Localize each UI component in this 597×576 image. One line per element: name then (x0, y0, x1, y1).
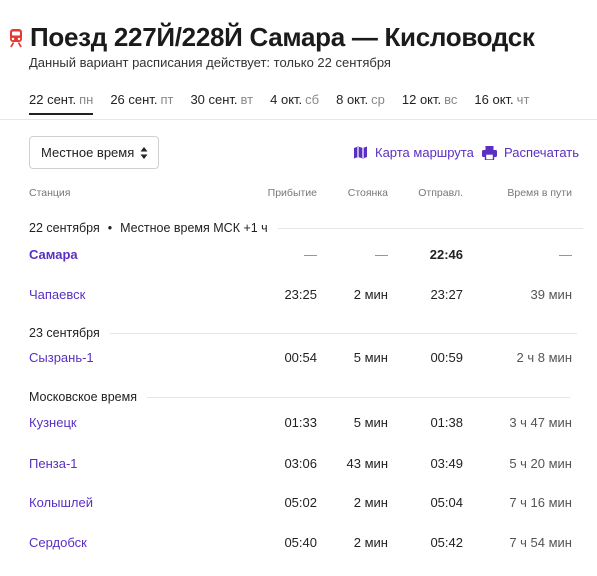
page-header: Поезд 227Й/228Й Самара — Кисловодск (8, 22, 535, 53)
sort-arrows-icon (140, 147, 148, 159)
date-tab-4[interactable]: 8 окт. ср (336, 92, 385, 115)
column-departure: Отправл. (418, 187, 463, 199)
page-title: Поезд 227Й/228Й Самара — Кисловодск (30, 22, 535, 52)
station-link[interactable]: Чапаевск (29, 287, 85, 302)
print-link[interactable]: Распечатать (482, 145, 579, 160)
column-arrival: Прибытие (267, 187, 317, 199)
column-travel-time: Время в пути (507, 187, 572, 199)
column-stop: Стоянка (347, 187, 388, 199)
date-tab-6[interactable]: 16 окт. чт (474, 92, 529, 115)
station-link[interactable]: Сердобск (29, 535, 87, 550)
date-tab-5[interactable]: 12 окт. вс (402, 92, 458, 115)
time-zone-select[interactable]: Местное время (29, 136, 159, 169)
section-header: Московское время (29, 390, 570, 404)
map-icon (354, 146, 367, 159)
schedule-validity: Данный вариант расписания действует: тол… (29, 55, 391, 70)
date-tabs: 22 сент. пн 26 сент. пт 30 сент. вт 4 окт. с… (29, 92, 546, 115)
station-link[interactable]: Кузнецк (29, 415, 77, 430)
route-map-link[interactable]: Карта маршрута (353, 145, 474, 160)
column-station: Станция (29, 187, 71, 199)
divider (0, 119, 597, 120)
train-icon (8, 28, 24, 48)
section-header: 23 сентября (29, 326, 577, 340)
section-header: 22 сентября • Местное время МСК +1 ч (29, 221, 583, 235)
station-link[interactable]: Пенза-1 (29, 456, 78, 471)
date-tab-3[interactable]: 4 окт. сб (270, 92, 319, 115)
station-link[interactable]: Сызрань-1 (29, 350, 94, 365)
station-link[interactable]: Колышлей (29, 495, 93, 510)
date-tab-2[interactable]: 30 сент. вт (190, 92, 253, 115)
station-link[interactable]: Самара (29, 247, 78, 262)
print-icon (482, 145, 497, 160)
date-tab-1[interactable]: 26 сент. пт (110, 92, 173, 115)
date-tab-0[interactable]: 22 сент. пн (29, 92, 94, 115)
